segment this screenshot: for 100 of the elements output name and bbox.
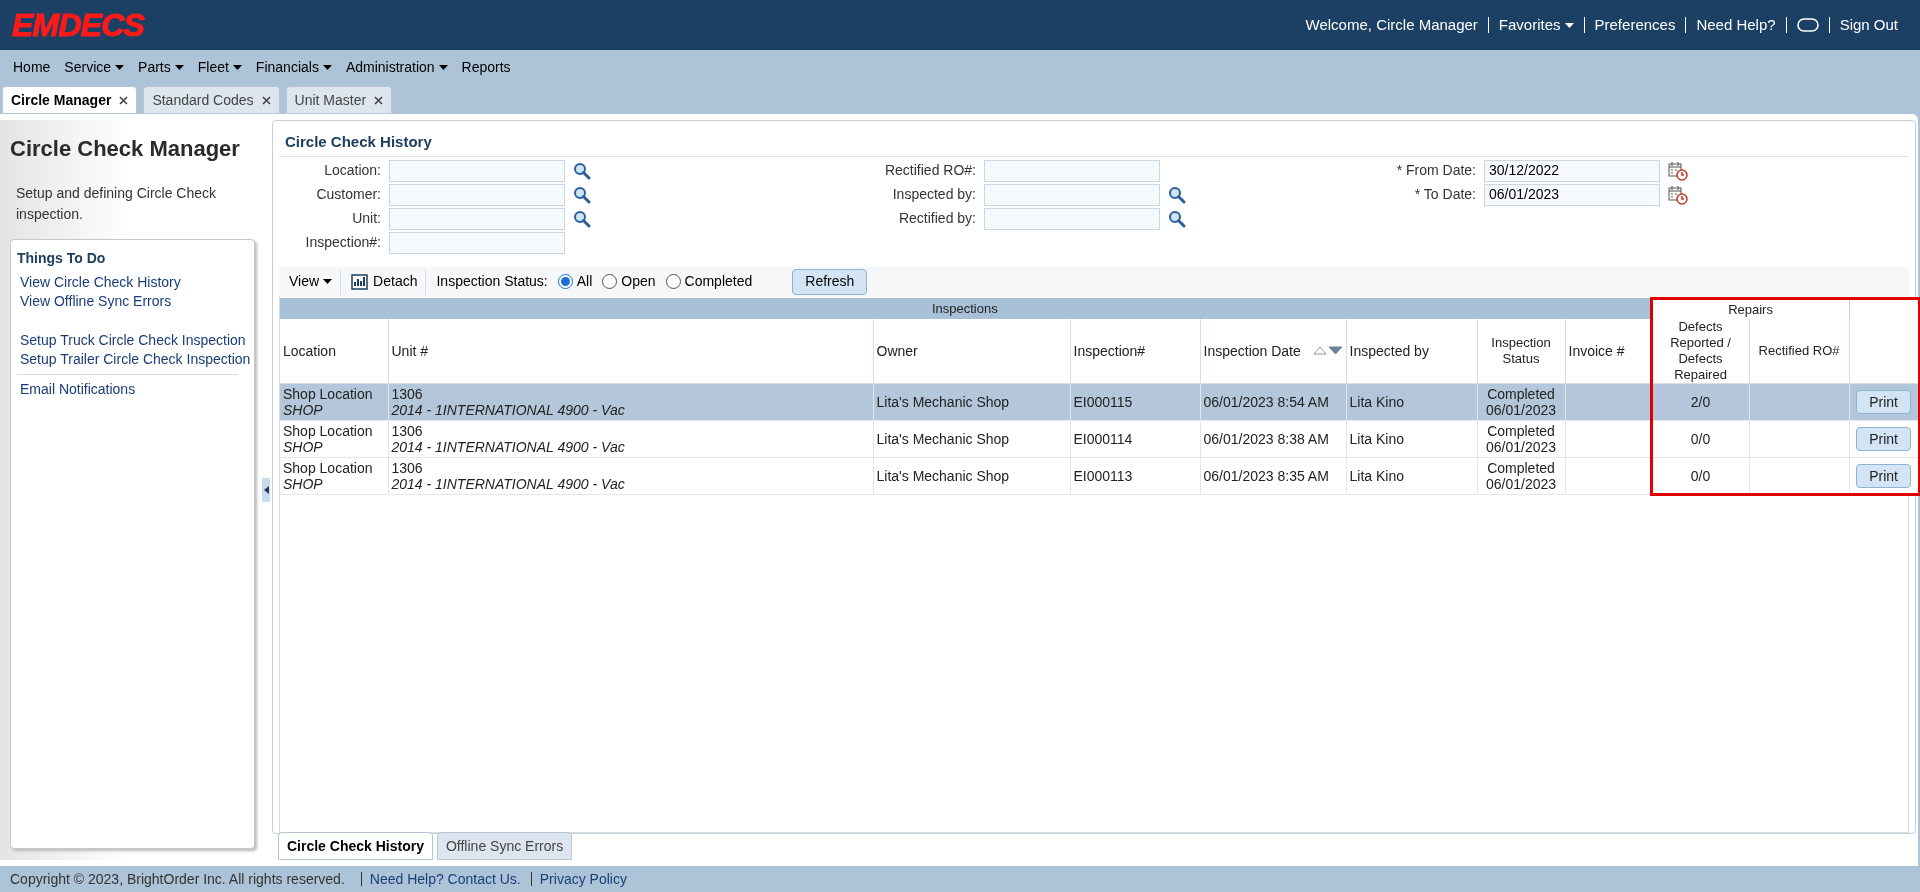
column-header[interactable]: Invoice #: [1568, 343, 1625, 359]
defects-count: 0/0: [1689, 467, 1712, 484]
menu-item[interactable]: Fleet: [197, 56, 242, 78]
print-button[interactable]: Print: [1856, 463, 1911, 488]
input-field[interactable]: 30/12/2022: [1484, 159, 1660, 182]
menu-item[interactable]: Service: [64, 56, 125, 78]
panel-title: Things To Do: [17, 249, 107, 268]
close-icon[interactable]: [261, 95, 271, 105]
calendar-icon[interactable]: [1668, 160, 1688, 181]
field-label: Unit:: [351, 209, 382, 228]
status: Completed: [1486, 460, 1556, 476]
column-header[interactable]: Inspection Date: [1203, 343, 1301, 359]
header-link[interactable]: Sign Out: [1839, 13, 1898, 37]
location-code: SHOP: [283, 476, 324, 492]
favorites-menu[interactable]: Favorites: [1498, 13, 1574, 37]
caret-icon: [323, 279, 333, 284]
tab[interactable]: Unit Master: [285, 86, 393, 114]
collapse-handle[interactable]: [262, 478, 270, 502]
owner-cell-text: Lita's Mechanic Shop: [876, 468, 1011, 484]
tab[interactable]: Circle Check History: [278, 832, 433, 860]
header-link[interactable]: Need Help?: [1696, 13, 1776, 37]
location: Shop Location: [283, 460, 374, 476]
status-label: Inspection Status:: [436, 272, 548, 291]
inspector-name: Lita Kino: [1349, 431, 1405, 447]
unit-number: 1306: [391, 386, 424, 402]
print-button[interactable]: Print: [1856, 390, 1911, 414]
table-row[interactable]: Shop Location SHOP 1306 2014 - 1INTERNATIONAL 4900 - Vac Lita's Mechanic Shop EI000113 06/01/2023 8:35 AM Lita Kino Completed 06/01/2023 0/0 Print: [280, 457, 1920, 495]
column-group-header: Inspections: [931, 300, 998, 316]
input-field[interactable]: [389, 207, 565, 230]
column-group-header: Repairs: [1728, 301, 1773, 317]
view-menu[interactable]: View: [281, 268, 342, 295]
column-header[interactable]: Inspected by: [1349, 343, 1429, 359]
status-radio[interactable]: Completed: [665, 271, 753, 292]
close-icon[interactable]: [374, 95, 384, 105]
input-field[interactable]: [984, 207, 1160, 230]
search-icon[interactable]: [573, 161, 591, 180]
menu-item[interactable]: Parts: [138, 56, 184, 78]
detach-button[interactable]: Detach: [351, 268, 427, 295]
menu-item[interactable]: Reports: [461, 56, 511, 78]
search-icon[interactable]: [573, 209, 591, 228]
inspection-date: 06/01/2023 8:35 AM: [1203, 468, 1330, 484]
search-icon[interactable]: [1168, 185, 1186, 204]
header-link[interactable]: Preferences: [1594, 13, 1676, 37]
detach-icon: [351, 272, 370, 291]
column-header[interactable]: Rectified RO#: [1752, 343, 1846, 359]
field-label: Customer:: [315, 185, 382, 204]
menu-item[interactable]: Financials: [255, 56, 332, 78]
panel-title: Circle Check History: [279, 131, 1909, 157]
field-label: Inspection#:: [304, 233, 382, 252]
table-row[interactable]: Shop Location SHOP 1306 2014 - 1INTERNATIONAL 4900 - Vac Lita's Mechanic Shop EI000114 06/01/2023 8:38 AM Lita Kino Completed 06/01/2023 0/0 Print: [280, 420, 1920, 458]
input-field[interactable]: [984, 159, 1160, 182]
column-header[interactable]: Location: [283, 343, 336, 359]
copyright-text: Copyright © 2023, BrightOrder Inc. All rights reserved.: [10, 869, 345, 889]
caret-icon: [438, 64, 448, 70]
status-radio[interactable]: Open: [602, 271, 656, 292]
sidebar-link[interactable]: Setup Trailer Circle Check Inspection: [17, 350, 248, 369]
refresh-button[interactable]: Refresh: [792, 268, 868, 295]
input-field[interactable]: [984, 183, 1160, 206]
sidebar-title: Circle Check Manager: [10, 135, 241, 163]
column-header[interactable]: Owner: [876, 343, 918, 359]
sort-icon[interactable]: [1312, 345, 1343, 355]
input-field[interactable]: [389, 183, 565, 206]
defects-count: 2/0: [1689, 394, 1712, 410]
inspection-number: EI000115: [1073, 394, 1134, 410]
owner-cell-text: Lita's Mechanic Shop: [876, 431, 1011, 447]
close-icon[interactable]: [119, 95, 129, 105]
unit-number: 1306: [391, 423, 424, 439]
sidebar-link[interactable]: View Offline Sync Errors: [17, 292, 248, 311]
search-icon[interactable]: [1168, 209, 1186, 228]
column-header[interactable]: Inspection Status: [1480, 335, 1562, 367]
caret-icon: [1564, 22, 1574, 28]
input-field[interactable]: [389, 159, 565, 182]
status-radio[interactable]: All: [557, 271, 593, 292]
status-date: 06/01/2023: [1484, 402, 1558, 418]
tab[interactable]: Standard Codes: [143, 86, 280, 114]
calendar-icon[interactable]: [1668, 184, 1688, 205]
footer-link[interactable]: Privacy Policy: [530, 872, 627, 886]
input-field[interactable]: [389, 231, 565, 254]
field-label: Inspected by:: [891, 185, 977, 204]
input-field[interactable]: 06/01/2023: [1484, 183, 1660, 206]
search-icon[interactable]: [573, 185, 591, 204]
field-label: Rectified by:: [897, 209, 977, 228]
inspection-number: EI000113: [1073, 468, 1134, 484]
menu-item[interactable]: Administration: [345, 56, 448, 78]
menu-item[interactable]: Home: [13, 56, 51, 78]
column-header[interactable]: Inspection#: [1073, 343, 1146, 359]
table-row[interactable]: Shop Location SHOP 1306 2014 - 1INTERNATIONAL 4900 - Vac Lita's Mechanic Shop EI000115 06/01/2023 8:54 AM Lita Kino Completed 06/01/2023 2/0 Print: [280, 383, 1920, 421]
sidebar-link[interactable]: Setup Truck Circle Check Inspection: [17, 331, 248, 350]
inspector-name: Lita Kino: [1349, 468, 1405, 484]
sidebar-link[interactable]: Email Notifications: [17, 380, 238, 399]
sidebar-link[interactable]: View Circle Check History: [17, 273, 248, 292]
inspection-date: 06/01/2023 8:54 AM: [1203, 394, 1330, 410]
column-header[interactable]: Unit #: [391, 343, 429, 359]
print-button[interactable]: Print: [1856, 427, 1911, 451]
unit-description: 2014 - 1INTERNATIONAL 4900 - Vac: [391, 439, 626, 455]
caret-icon: [174, 64, 184, 70]
tab[interactable]: Offline Sync Errors: [436, 832, 573, 860]
footer-link[interactable]: Need Help? Contact Us.: [360, 872, 521, 886]
status-date: 06/01/2023: [1484, 476, 1558, 492]
tab[interactable]: Circle Manager: [2, 86, 138, 114]
